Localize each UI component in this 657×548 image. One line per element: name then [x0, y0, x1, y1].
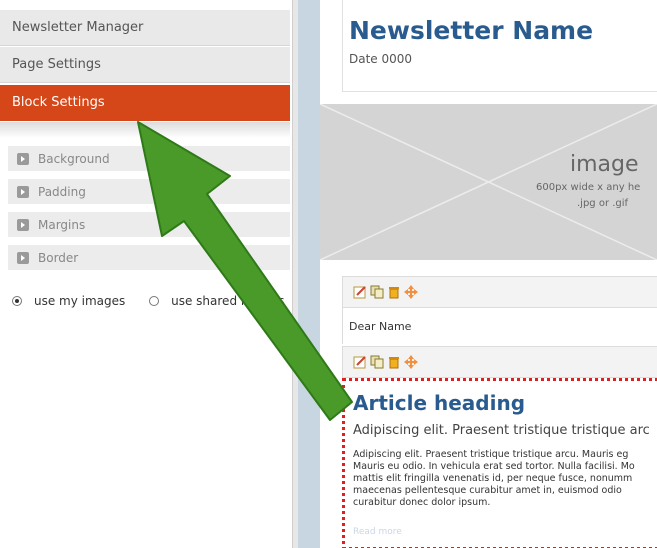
article-body: Adipiscing elit. Praesent tristique tris…	[353, 449, 657, 509]
article-heading: Article heading	[353, 391, 526, 415]
image-type-hint: .jpg or .gif	[577, 198, 629, 209]
use-my-images-radio[interactable]	[12, 296, 22, 306]
expand-arrow-icon	[17, 219, 29, 231]
use-shared-images-radio[interactable]	[149, 296, 160, 306]
newsletter-title: Newsletter Name	[349, 16, 594, 45]
menu-newsletter-manager[interactable]: Newsletter Manager	[0, 10, 290, 46]
sub-item-background[interactable]: Background	[8, 146, 290, 172]
copy-icon[interactable]	[370, 355, 384, 369]
menu-block-settings[interactable]: Block Settings	[0, 85, 290, 121]
sub-item-padding[interactable]: Padding	[8, 179, 290, 205]
article-body-line: Mauris eu odio. In vehicula erat sed tor…	[353, 461, 635, 472]
settings-panel: Newsletter Manager Page Settings Block S…	[0, 0, 292, 548]
article-block-selected[interactable]: Article heading Adipiscing elit. Praesen…	[342, 378, 657, 548]
expand-arrow-icon	[17, 252, 29, 264]
radio-label: use shared images	[171, 294, 285, 308]
image-placeholder-label: image	[570, 152, 639, 177]
menu-divider	[0, 122, 290, 138]
expand-arrow-icon	[17, 186, 29, 198]
sub-item-margins[interactable]: Margins	[8, 212, 290, 238]
newsletter-date: Date 0000	[349, 52, 413, 66]
copy-icon[interactable]	[370, 285, 384, 299]
sub-item-label: Border	[38, 251, 79, 265]
sub-item-label: Margins	[38, 218, 86, 232]
article-body-line: Adipiscing elit. Praesent tristique tris…	[353, 449, 629, 460]
article-subheading: Adipiscing elit. Praesent tristique tris…	[353, 423, 650, 438]
sub-item-label: Background	[38, 152, 110, 166]
delete-icon[interactable]	[387, 355, 401, 369]
block-toolbar	[342, 346, 657, 378]
expand-arrow-icon	[17, 153, 29, 165]
move-icon[interactable]	[404, 285, 418, 299]
image-source-options: use my images use shared images	[12, 294, 305, 308]
article-body-line: maecenas pellentesque curabitur amet in,…	[353, 485, 622, 496]
image-placeholder[interactable]: image 600px wide x any he .jpg or .gif	[320, 104, 657, 260]
edit-icon[interactable]	[353, 355, 367, 369]
edit-icon[interactable]	[353, 285, 367, 299]
move-icon[interactable]	[404, 355, 418, 369]
article-body-line: mattis elit fringilla venenatis id, per …	[353, 473, 633, 484]
sub-item-label: Padding	[38, 185, 86, 199]
newsletter-header-block[interactable]: Newsletter Name Date 0000	[342, 0, 657, 92]
greeting-block[interactable]: Dear Name	[342, 308, 657, 344]
canvas-background	[298, 0, 320, 548]
article-body-line: curabitur donec dolor ipsum.	[353, 497, 491, 508]
read-more-link[interactable]: Read more	[353, 527, 402, 537]
block-toolbar	[342, 276, 657, 308]
menu-page-settings[interactable]: Page Settings	[0, 47, 290, 83]
image-size-hint: 600px wide x any he	[536, 182, 641, 193]
radio-label: use my images	[34, 294, 126, 308]
greeting-text: Dear Name	[349, 320, 412, 333]
delete-icon[interactable]	[387, 285, 401, 299]
sub-item-border[interactable]: Border	[8, 245, 290, 271]
newsletter-preview: Newsletter Name Date 0000 image 600px wi…	[320, 0, 657, 548]
